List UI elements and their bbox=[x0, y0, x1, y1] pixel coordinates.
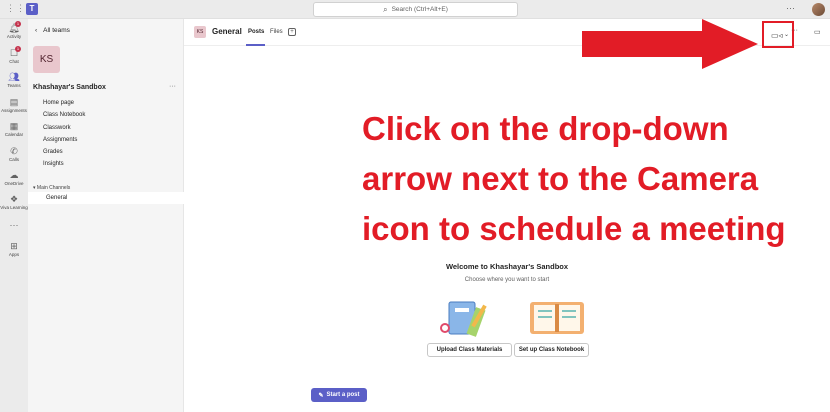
conversation-icon[interactable]: ▭ bbox=[814, 28, 821, 36]
channel-item-general[interactable]: General bbox=[46, 195, 67, 201]
apps-grid-icon[interactable]: ⋮⋮ bbox=[6, 3, 26, 14]
learning-icon: ❖ bbox=[9, 194, 19, 204]
chat-badge: 1 bbox=[15, 46, 21, 52]
more-options-button[interactable]: ··· bbox=[791, 27, 798, 34]
rail-label: Assignments bbox=[1, 108, 27, 113]
rail-label: Activity bbox=[6, 34, 22, 39]
search-icon: ⌕ bbox=[383, 4, 388, 14]
instruction-line-1: Click on the drop-down bbox=[362, 110, 729, 147]
add-tab-button[interactable]: + bbox=[288, 28, 296, 36]
nav-home-page[interactable]: Home page bbox=[43, 100, 74, 106]
class-materials-illustration bbox=[440, 301, 487, 337]
rail-item-activity[interactable]: 🔔︎ 1 Activity bbox=[0, 21, 28, 39]
user-avatar[interactable] bbox=[812, 3, 825, 16]
search-input[interactable]: ⌕ Search (Ctrl+Alt+E) bbox=[313, 2, 518, 17]
tab-posts[interactable]: Posts bbox=[248, 29, 264, 35]
start-post-button[interactable]: ✎ Start a post bbox=[311, 388, 367, 402]
main-channels-section[interactable]: ▾ Main Channels bbox=[33, 185, 70, 191]
class-notebook-illustration bbox=[530, 302, 584, 334]
rail-item-calendar[interactable]: ▦ Calendar bbox=[0, 121, 28, 137]
all-teams-label: All teams bbox=[43, 27, 70, 34]
nav-insights[interactable]: Insights bbox=[43, 161, 64, 167]
chat-icon: ☐ 1 bbox=[9, 46, 21, 58]
rail-item-more[interactable]: ··· bbox=[0, 220, 28, 231]
rail-item-chat[interactable]: ☐ 1 Chat bbox=[0, 46, 28, 64]
phone-icon: ✆ bbox=[10, 146, 18, 156]
activity-badge: 1 bbox=[15, 21, 21, 27]
more-icon: ··· bbox=[9, 220, 19, 230]
search-placeholder: Search (Ctrl+Alt+E) bbox=[391, 6, 448, 13]
cloud-icon: ☁ bbox=[9, 170, 19, 180]
annotation-instruction: Click on the drop-down arrow next to the… bbox=[362, 104, 830, 254]
rail-item-apps[interactable]: ⊞ Apps bbox=[0, 241, 28, 257]
rail-item-viva-learning[interactable]: ❖ Viva Learning bbox=[0, 194, 28, 210]
chevron-down-icon[interactable]: ⌄ bbox=[784, 31, 789, 38]
apps-icon: ⊞ bbox=[10, 241, 18, 251]
rail-label: Teams bbox=[7, 83, 21, 88]
channel-sidebar: ‹ All teams KS Khashayar's Sandbox ··· H… bbox=[28, 19, 184, 412]
rail-item-onedrive[interactable]: ☁ OneDrive bbox=[0, 170, 28, 186]
setup-class-notebook-button[interactable]: Set up Class Notebook bbox=[514, 343, 589, 357]
section-label: Main Channels bbox=[36, 185, 71, 191]
rail-item-assignments[interactable]: ▤ Assignments bbox=[0, 97, 28, 113]
annotation-highlight-box: ▭◃ ⌄ bbox=[762, 21, 794, 48]
main-content: KS General Posts Files + ▭◃ ⌄ ··· ▭ Clic… bbox=[184, 19, 830, 412]
nav-grades[interactable]: Grades bbox=[43, 149, 63, 155]
rail-label: OneDrive bbox=[4, 181, 24, 186]
instruction-line-3: icon to schedule a meeting bbox=[362, 210, 786, 247]
instruction-line-2: arrow next to the Camera bbox=[362, 160, 759, 197]
rail-label: Viva Learning bbox=[0, 205, 28, 210]
tab-files[interactable]: Files bbox=[270, 29, 283, 35]
annotation-arrow bbox=[582, 19, 758, 69]
all-teams-link[interactable]: ‹ All teams bbox=[35, 27, 70, 34]
nav-classwork[interactable]: Classwork bbox=[43, 125, 71, 131]
teams-logo-icon: T bbox=[26, 3, 38, 15]
teams-icon: 👥︎ bbox=[8, 72, 20, 82]
bell-icon: 🔔︎ 1 bbox=[8, 21, 21, 33]
chevron-left-icon: ‹ bbox=[35, 27, 38, 34]
rail-label: Chat bbox=[9, 59, 19, 64]
calendar-icon: ▦ bbox=[9, 121, 19, 131]
rail-label: Apps bbox=[8, 252, 20, 257]
team-name[interactable]: Khashayar's Sandbox bbox=[33, 84, 106, 91]
start-post-label: Start a post bbox=[326, 392, 360, 398]
rail-label: Calls bbox=[8, 157, 19, 162]
rail-item-teams[interactable]: 👥︎ Teams bbox=[0, 72, 28, 88]
active-tab-indicator bbox=[246, 44, 265, 46]
title-bar: ⋮⋮ T ⌕ Search (Ctrl+Alt+E) ··· bbox=[0, 0, 830, 19]
nav-assignments[interactable]: Assignments bbox=[43, 137, 77, 143]
team-avatar: KS bbox=[33, 46, 60, 73]
team-more-button[interactable]: ··· bbox=[169, 83, 176, 90]
rail-item-calls[interactable]: ✆ Calls bbox=[0, 146, 28, 162]
app-rail: 🔔︎ 1 Activity ☐ 1 Chat 👥︎ Teams ▤ Assignme… bbox=[0, 19, 28, 412]
camera-icon[interactable]: ▭◃ bbox=[771, 31, 783, 40]
assignments-icon: ▤ bbox=[9, 97, 19, 107]
welcome-subtitle: Choose where you want to start bbox=[464, 277, 550, 283]
upload-class-materials-button[interactable]: Upload Class Materials bbox=[427, 343, 512, 357]
nav-class-notebook[interactable]: Class Notebook bbox=[43, 112, 85, 118]
channel-title: General bbox=[212, 27, 242, 36]
compose-icon: ✎ bbox=[318, 392, 324, 399]
settings-more-button[interactable]: ··· bbox=[786, 3, 795, 13]
caret-down-icon: ▾ bbox=[33, 185, 36, 191]
channel-avatar: KS bbox=[194, 26, 206, 38]
welcome-title: Welcome to Khashayar's Sandbox bbox=[445, 262, 569, 271]
rail-label: Calendar bbox=[4, 132, 24, 137]
